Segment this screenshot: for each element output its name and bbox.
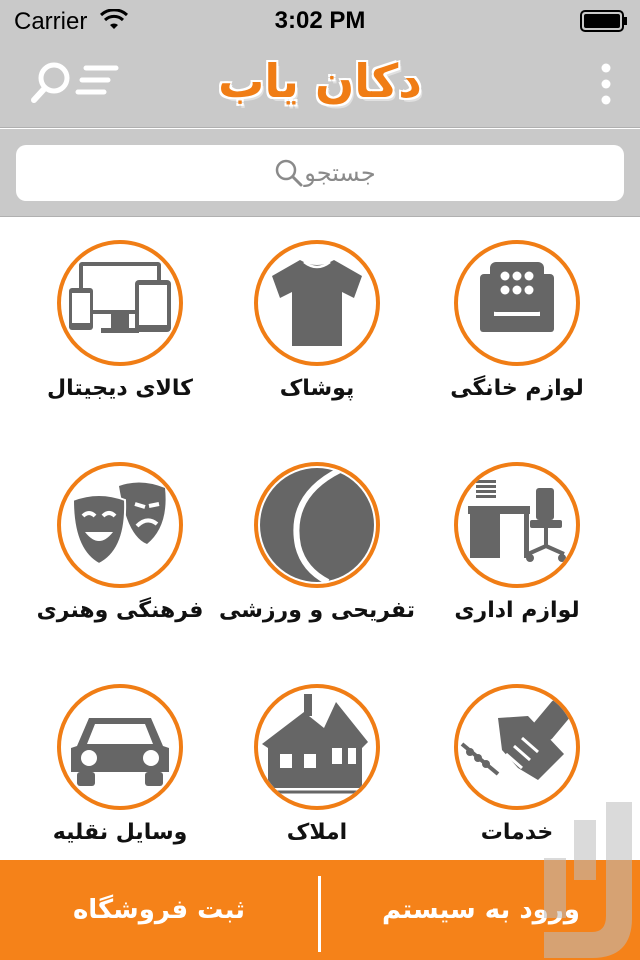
office-desk-icon bbox=[468, 480, 566, 562]
category-icon-frame bbox=[454, 240, 580, 366]
category-icon-frame bbox=[57, 240, 183, 366]
tennis-ball-icon bbox=[260, 467, 374, 584]
category-label: فرهنگی وهنری bbox=[36, 598, 204, 623]
search-area bbox=[0, 129, 640, 217]
category-label: لوازم اداری bbox=[454, 598, 580, 623]
category-label: کالای دیجیتال bbox=[47, 376, 193, 401]
status-bar: Carrier 3:02 PM bbox=[0, 0, 640, 40]
category-icon-frame bbox=[254, 462, 380, 588]
theater-masks-icon bbox=[71, 482, 166, 566]
tshirt-icon bbox=[272, 260, 362, 346]
app-logo: دکان یاب bbox=[218, 54, 422, 108]
category-icon-frame bbox=[454, 684, 580, 810]
category-grid: لوازم خانگی پوشاک کالای دیجیتال لوازم اد… bbox=[0, 218, 640, 860]
category-digital-goods[interactable]: کالای دیجیتال bbox=[20, 218, 220, 418]
handshake-icon bbox=[460, 700, 572, 780]
category-icon-frame bbox=[57, 684, 183, 810]
category-icon-frame bbox=[454, 462, 580, 588]
category-label: املاک bbox=[286, 820, 348, 845]
nav-bar: دکان یاب bbox=[0, 40, 640, 128]
search-icon bbox=[275, 159, 303, 187]
bottom-bar-divider bbox=[318, 876, 321, 952]
store-watermark-logo bbox=[544, 802, 632, 958]
category-office-supplies[interactable]: لوازم اداری bbox=[417, 440, 617, 640]
category-label: پوشاک bbox=[279, 376, 355, 401]
category-vehicles[interactable]: وسایل نقلیه bbox=[20, 662, 220, 862]
devices-icon bbox=[69, 262, 171, 333]
category-clothing[interactable]: پوشاک bbox=[217, 218, 417, 418]
car-icon bbox=[71, 718, 169, 786]
category-recreation-sports[interactable]: تفریحی و ورزشی bbox=[217, 440, 417, 640]
category-label: وسایل نقلیه bbox=[52, 820, 188, 845]
category-icon-frame bbox=[254, 684, 380, 810]
category-culture-art[interactable]: فرهنگی وهنری bbox=[20, 440, 220, 640]
battery-icon bbox=[580, 10, 627, 32]
category-icon-frame bbox=[57, 462, 183, 588]
register-store-button[interactable]: ثبت فروشگاه bbox=[0, 860, 318, 960]
search-input[interactable] bbox=[16, 145, 624, 201]
clock: 3:02 PM bbox=[274, 7, 366, 34]
category-real-estate[interactable]: املاک bbox=[217, 662, 417, 862]
more-vertical-icon[interactable] bbox=[596, 62, 616, 106]
category-label: تفریحی و ورزشی bbox=[218, 598, 416, 623]
category-icon-frame bbox=[254, 240, 380, 366]
search-box[interactable] bbox=[16, 145, 624, 201]
house-icon bbox=[262, 694, 372, 794]
category-home-appliances[interactable]: لوازم خانگی bbox=[417, 218, 617, 418]
armchair-icon bbox=[480, 262, 554, 332]
category-label: لوازم خانگی bbox=[450, 376, 584, 401]
